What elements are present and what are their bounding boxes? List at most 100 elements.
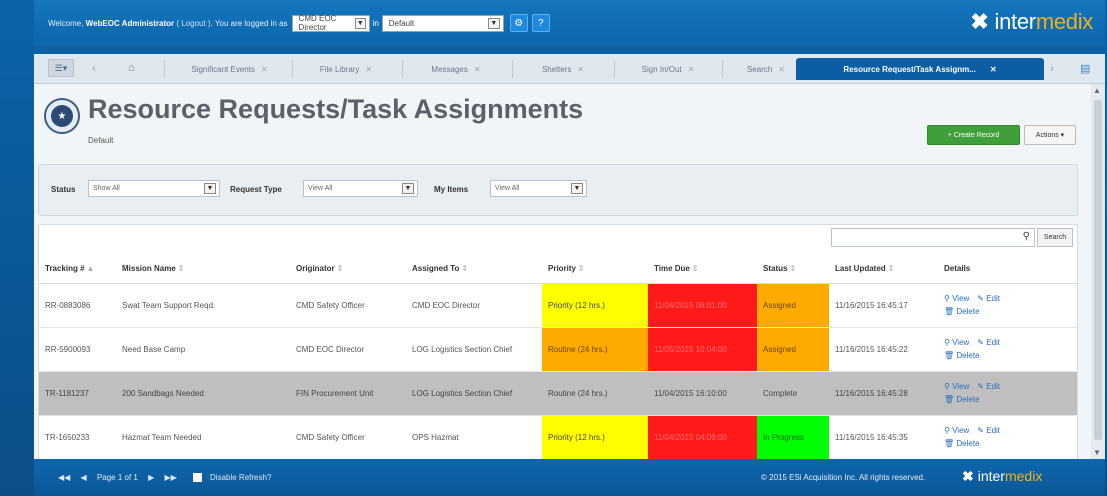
delete-link[interactable]: 🗑 Delete bbox=[944, 437, 980, 450]
priority-cell: Routine (24 hrs.) bbox=[542, 371, 648, 416]
close-icon[interactable]: ✕ bbox=[261, 65, 268, 74]
col-last-updated[interactable]: Last Updated ⇕ bbox=[829, 255, 938, 284]
close-icon[interactable]: ✕ bbox=[778, 65, 785, 74]
status-cell: In Progress bbox=[757, 415, 829, 459]
tab-significant-events[interactable]: Significant Events ✕ bbox=[172, 58, 287, 80]
records-table: Tracking # ▲ Mission Name ⇕ Originator ⇕ As… bbox=[39, 255, 1077, 459]
time-due-cell: 11/04/2015 06:01:00 bbox=[648, 283, 757, 328]
details-cell: ⚲ View ✎ Edit 🗑 Delete bbox=[938, 415, 1077, 459]
last-page-icon[interactable]: ▶▶ bbox=[164, 473, 176, 482]
tab-shelters[interactable]: Shelters ✕ bbox=[516, 58, 610, 80]
close-icon[interactable]: ✕ bbox=[577, 65, 584, 74]
my-items-select[interactable]: View All ▼ bbox=[490, 180, 587, 197]
tab-file-library[interactable]: File Library ✕ bbox=[296, 58, 396, 80]
edit-link[interactable]: ✎ Edit bbox=[977, 292, 1000, 305]
settings-gear-icon[interactable]: ⚙ bbox=[509, 14, 528, 32]
tab-sign-in-out[interactable]: Sign In/Out ✕ bbox=[618, 58, 718, 80]
delete-link[interactable]: 🗑 Delete bbox=[944, 393, 980, 406]
search-icon: ⚲ bbox=[944, 294, 950, 303]
status-cell: Assigned bbox=[757, 283, 829, 328]
col-status[interactable]: Status ⇕ bbox=[757, 255, 829, 284]
time-due-cell: 11/04/2015 04:09:00 bbox=[648, 415, 757, 459]
vertical-scrollbar[interactable]: ▲ ▼ bbox=[1091, 84, 1105, 459]
create-record-button[interactable]: + Create Record bbox=[927, 125, 1020, 145]
chevron-down-icon: ▼ bbox=[355, 17, 366, 29]
request-type-select[interactable]: View All ▼ bbox=[303, 180, 418, 197]
trash-icon: 🗑 bbox=[944, 351, 955, 360]
scroll-up-icon[interactable]: ▲ bbox=[1093, 86, 1101, 95]
col-tracking[interactable]: Tracking # ▲ bbox=[39, 255, 116, 284]
trash-icon: 🗑 bbox=[944, 307, 955, 316]
table-row[interactable]: TR-1650233 Hazmat Team Needed CMD Safety… bbox=[39, 415, 1077, 459]
view-link[interactable]: ⚲ View bbox=[944, 336, 969, 349]
view-link[interactable]: ⚲ View bbox=[944, 380, 969, 393]
details-cell: ⚲ View ✎ Edit 🗑 Delete bbox=[938, 283, 1077, 328]
records-grid: ⚲ Search Tracking # ▲ Mission Name ⇕ Origi… bbox=[38, 224, 1078, 459]
tabs-scroll-left-icon[interactable]: ‹ bbox=[92, 61, 96, 75]
first-page-icon[interactable]: ◀◀ bbox=[58, 473, 70, 482]
menu-icon[interactable]: ☰▾ bbox=[48, 59, 74, 77]
col-assigned-to[interactable]: Assigned To ⇕ bbox=[406, 255, 542, 284]
search-input[interactable]: ⚲ bbox=[831, 228, 1035, 247]
status-filter-label: Status bbox=[51, 185, 76, 194]
delete-link[interactable]: 🗑 Delete bbox=[944, 305, 980, 318]
user-name: WebEOC Administrator bbox=[85, 18, 175, 28]
disable-refresh-checkbox[interactable] bbox=[193, 473, 203, 483]
main-content: ★ Resource Requests/Task Assignments Def… bbox=[34, 84, 1091, 459]
close-icon[interactable]: ✕ bbox=[990, 65, 997, 74]
page-indicator: Page 1 of 1 bbox=[96, 472, 138, 482]
search-button[interactable]: Search bbox=[1037, 228, 1073, 247]
close-icon[interactable]: ✕ bbox=[688, 65, 695, 74]
edit-link[interactable]: ✎ Edit bbox=[977, 336, 1000, 349]
next-page-icon[interactable]: ▶ bbox=[148, 473, 154, 482]
tab-messages[interactable]: Messages ✕ bbox=[406, 58, 506, 80]
col-originator[interactable]: Originator ⇕ bbox=[290, 255, 406, 284]
col-mission-name[interactable]: Mission Name ⇕ bbox=[116, 255, 290, 284]
table-row[interactable]: RR-5900093 Need Base Camp CMD EOC Direct… bbox=[39, 327, 1077, 372]
agency-seal-logo: ★ bbox=[44, 98, 80, 134]
my-items-label: My Items bbox=[434, 185, 469, 194]
view-link[interactable]: ⚲ View bbox=[944, 424, 969, 437]
tab-list-icon[interactable]: ▤ bbox=[1080, 62, 1090, 75]
chevron-down-icon: ▼ bbox=[571, 183, 583, 194]
search-icon: ⚲ bbox=[1022, 231, 1030, 242]
request-type-label: Request Type bbox=[230, 185, 282, 194]
col-priority[interactable]: Priority ⇕ bbox=[542, 255, 648, 284]
delete-link[interactable]: 🗑 Delete bbox=[944, 349, 980, 362]
help-icon[interactable]: ? bbox=[531, 14, 550, 32]
scrollbar-thumb[interactable] bbox=[1094, 100, 1102, 440]
sort-icon: ⇕ bbox=[336, 264, 344, 274]
table-row[interactable]: TR-1181237 200 Sandbags Needed FIN Procu… bbox=[39, 371, 1077, 416]
disable-refresh-label: Disable Refresh? bbox=[210, 472, 272, 482]
trash-icon: 🗑 bbox=[944, 395, 955, 404]
position-select[interactable]: CMD EOC Director ▼ bbox=[291, 14, 370, 32]
top-bar: Welcome, WebEOC Administrator ( Logout )… bbox=[34, 0, 1105, 46]
page-title: Resource Requests/Task Assignments bbox=[88, 94, 584, 124]
sort-icon: ⇕ bbox=[578, 264, 585, 274]
edit-icon: ✎ bbox=[977, 426, 984, 435]
actions-button[interactable]: Actions ▾ bbox=[1024, 125, 1076, 145]
intermedix-logo: ✖ inter medix bbox=[970, 9, 1093, 34]
sort-icon: ⇕ bbox=[789, 264, 797, 274]
tab-resource-request[interactable]: Resource Request/Task Assignm... ✕ bbox=[796, 58, 1044, 80]
tabs-scroll-right-icon[interactable]: › bbox=[1050, 61, 1054, 75]
home-icon[interactable]: ⌂ bbox=[128, 62, 135, 74]
chevron-down-icon: ▼ bbox=[487, 17, 500, 29]
search-icon: ⚲ bbox=[944, 338, 950, 347]
prev-page-icon[interactable]: ◀ bbox=[81, 473, 87, 482]
logout-link[interactable]: ( Logout ) bbox=[176, 19, 210, 28]
close-icon[interactable]: ✕ bbox=[365, 65, 372, 74]
status-filter-select[interactable]: Show All ▼ bbox=[88, 180, 220, 197]
scroll-down-icon[interactable]: ▼ bbox=[1093, 448, 1101, 457]
pager: ◀◀ ◀ Page 1 of 1 ▶ ▶▶ Disable Refresh? bbox=[58, 472, 279, 483]
incident-select[interactable]: Default ▼ bbox=[381, 14, 504, 32]
edit-link[interactable]: ✎ Edit bbox=[977, 424, 1000, 437]
close-icon[interactable]: ✕ bbox=[474, 65, 481, 74]
edit-link[interactable]: ✎ Edit bbox=[977, 380, 1000, 393]
col-time-due[interactable]: Time Due ⇕ bbox=[648, 255, 757, 284]
tab-search[interactable]: Search ✕ bbox=[726, 58, 806, 80]
view-link[interactable]: ⚲ View bbox=[944, 292, 969, 305]
table-row[interactable]: RR-0883086 Swat Team Support Reqd. CMD S… bbox=[39, 283, 1077, 328]
footer-intermedix-logo: ✖ intermedix bbox=[962, 468, 1043, 484]
col-details: Details bbox=[938, 255, 1077, 284]
